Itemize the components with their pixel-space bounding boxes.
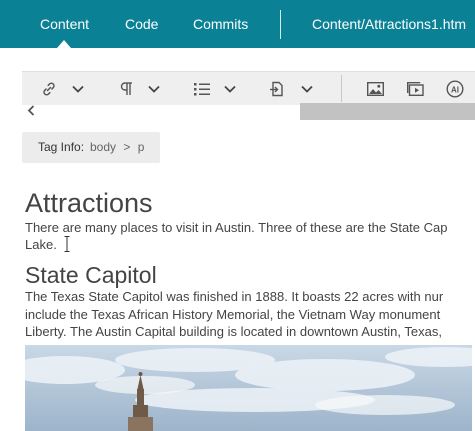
paragraph-line: include the Texas African History Memori… [25, 306, 441, 322]
paragraph-line: The Texas State Capitol was finished in … [25, 289, 444, 304]
image-icon [366, 81, 384, 96]
editor-toolbar: AI [22, 71, 475, 105]
paragraph-line: There are many places to visit in Austin… [25, 220, 448, 235]
insert-image-button[interactable] [365, 72, 385, 105]
link-icon [41, 81, 57, 97]
tab-code[interactable]: Code [125, 0, 158, 48]
tag-breadcrumb: body > p [90, 132, 144, 163]
insert-file-icon [269, 81, 285, 97]
insert-file-dropdown[interactable] [299, 72, 315, 105]
paragraph-icon [119, 81, 133, 97]
chevron-down-icon [301, 85, 313, 93]
paragraph-line: Liberty. The Austin Capital building is … [25, 324, 442, 339]
paragraph-button[interactable] [116, 72, 136, 105]
list-icon [194, 82, 210, 96]
chevron-down-icon [224, 85, 236, 93]
tag-info-label: Tag Info: [38, 140, 85, 154]
horizontal-scrollbar-thumb[interactable] [300, 103, 475, 120]
ai-assistant-button[interactable]: AI [444, 72, 466, 105]
ai-assistant-icon: AI [446, 79, 464, 98]
paragraph-intro[interactable]: There are many places to visit in Austin… [25, 219, 475, 253]
chevron-down-icon [148, 85, 160, 93]
ai-label: AI [451, 85, 459, 94]
heading-state-capitol[interactable]: State Capitol [25, 261, 157, 289]
insert-file-button[interactable] [267, 72, 287, 105]
media-icon [406, 81, 424, 96]
paragraph-state-capitol[interactable]: The Texas State Capitol was finished in … [25, 288, 475, 341]
tag-crumb-p[interactable]: p [138, 140, 145, 154]
paragraph-dropdown[interactable] [146, 72, 162, 105]
toolbar-divider [341, 75, 342, 102]
top-nav: Content Code Commits Content/Attractions… [0, 0, 475, 48]
nav-divider [280, 10, 281, 39]
tag-info-bar: Tag Info: body > p [22, 132, 160, 163]
chevron-left-icon [27, 103, 35, 121]
scroll-left-button[interactable] [24, 104, 38, 120]
heading-attractions[interactable]: Attractions [25, 187, 153, 219]
paragraph-line: Lake. [25, 237, 57, 252]
tab-commits[interactable]: Commits [193, 0, 248, 48]
file-path: Content/Attractions1.htm [312, 16, 467, 32]
active-tab-indicator [57, 40, 71, 48]
list-button[interactable] [192, 72, 212, 105]
insert-media-button[interactable] [405, 72, 425, 105]
capitol-photo-image [25, 345, 472, 431]
chevron-down-icon [72, 85, 84, 93]
crumb-separator: > [123, 140, 131, 154]
link-button[interactable] [38, 72, 60, 105]
tag-crumb-body[interactable]: body [90, 140, 116, 154]
capitol-photo[interactable] [25, 345, 472, 431]
list-dropdown[interactable] [222, 72, 238, 105]
link-dropdown[interactable] [70, 72, 86, 105]
text-cursor [64, 236, 70, 252]
